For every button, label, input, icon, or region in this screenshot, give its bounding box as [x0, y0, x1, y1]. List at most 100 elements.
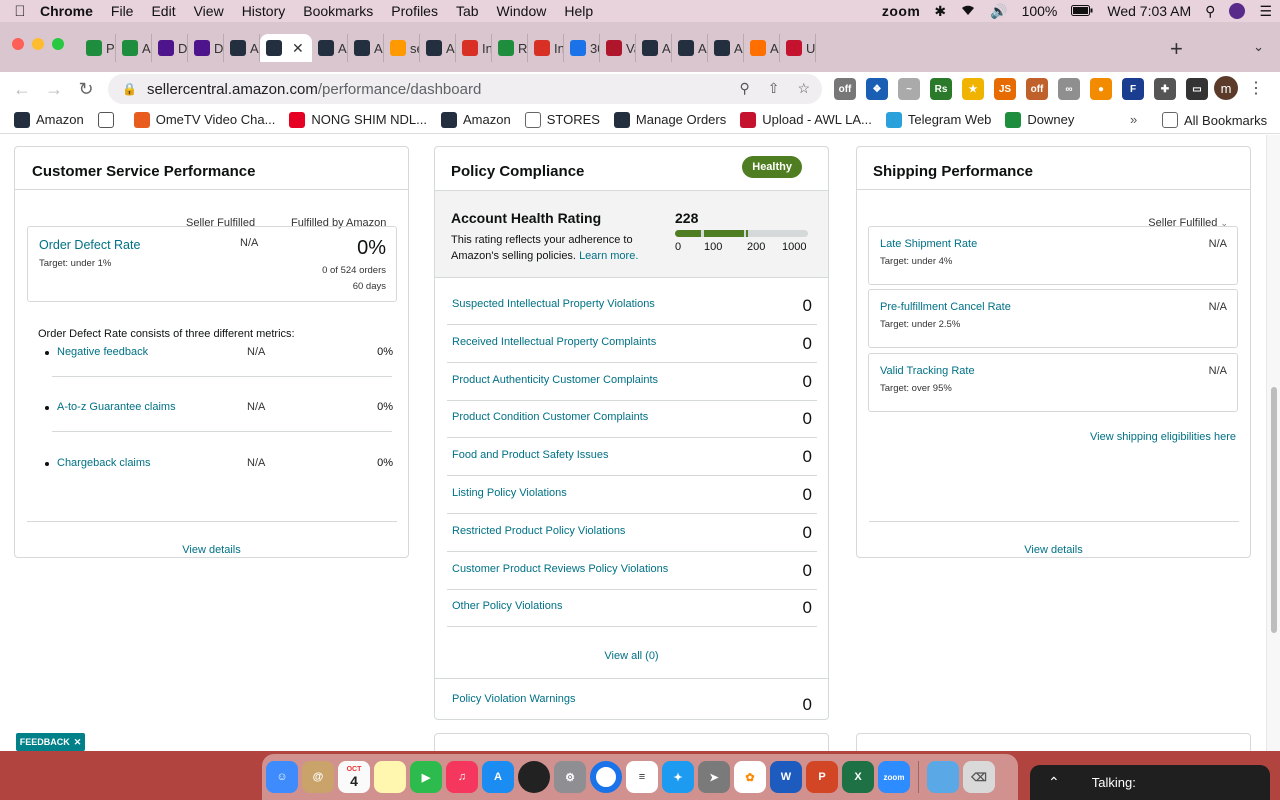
valid-tracking-rate-link[interactable]: Valid Tracking Rate: [880, 365, 975, 377]
share-icon[interactable]: ⇧: [768, 80, 780, 97]
tab-search-chevron-icon[interactable]: ⌄: [1253, 39, 1264, 55]
browser-tab[interactable]: An: [708, 34, 744, 62]
contacts-icon[interactable]: @: [302, 761, 334, 793]
volume-icon[interactable]: 🔊: [990, 3, 1007, 20]
browser-tab[interactable]: De: [152, 34, 188, 62]
bluetooth-icon[interactable]: ✱: [934, 3, 946, 20]
extension-f-icon[interactable]: F: [1122, 78, 1144, 100]
extension-off-icon[interactable]: off: [834, 78, 856, 100]
all-bookmarks-button[interactable]: All Bookmarks: [1162, 112, 1267, 128]
bookmark-item[interactable]: Downey: [1005, 111, 1074, 128]
bookmark-star-icon[interactable]: ☆: [797, 80, 810, 97]
trash-icon[interactable]: ⌫: [963, 761, 995, 793]
violation-link[interactable]: Suspected Intellectual Property Violatio…: [452, 298, 655, 310]
violation-link[interactable]: Product Authenticity Customer Complaints: [452, 374, 658, 386]
bookmark-item[interactable]: Telegram Web: [885, 111, 991, 128]
browser-tab[interactable]: An: [636, 34, 672, 62]
downloads-folder-icon[interactable]: [927, 761, 959, 793]
violation-link[interactable]: Customer Product Reviews Policy Violatio…: [452, 563, 668, 575]
policy-warnings-link[interactable]: Policy Violation Warnings: [452, 693, 576, 705]
browser-tab[interactable]: se: [384, 34, 420, 62]
extension-circle-icon[interactable]: ●: [1090, 78, 1112, 100]
siri-icon[interactable]: [1229, 3, 1246, 19]
finder-icon[interactable]: ☺: [266, 761, 298, 793]
browser-tab[interactable]: Inb: [528, 34, 564, 62]
side-panel-icon[interactable]: ▭: [1186, 78, 1208, 100]
bookmark-item[interactable]: OmeTV Video Cha...: [133, 111, 275, 128]
violation-link[interactable]: Other Policy Violations: [452, 600, 562, 612]
address-bar[interactable]: 🔒 sellercentral.amazon.com/performance/d…: [108, 74, 822, 104]
close-window-button[interactable]: [12, 38, 24, 50]
pre-fulfillment-cancel-rate-link[interactable]: Pre-fulfillment Cancel Rate: [880, 301, 1011, 313]
browser-tab[interactable]: 30: [564, 34, 600, 62]
extension-js-icon[interactable]: JS: [994, 78, 1016, 100]
app-store-icon[interactable]: A: [482, 761, 514, 793]
bookmark-item[interactable]: Manage Orders: [613, 111, 726, 128]
bookmark-item[interactable]: Amazon: [441, 111, 511, 128]
bookmark-item[interactable]: STORES: [524, 111, 600, 128]
feedback-button[interactable]: FEEDBACK ✕: [16, 733, 85, 751]
new-tab-button[interactable]: +: [1170, 36, 1183, 62]
spotlight-search-icon[interactable]: ⚲: [1205, 3, 1215, 20]
bookmark-item[interactable]: NONG SHIM NDL...: [289, 111, 427, 128]
chevron-up-icon[interactable]: ⌃: [1048, 774, 1060, 791]
browser-tab[interactable]: AN: [744, 34, 780, 62]
browser-tab[interactable]: Va: [600, 34, 636, 62]
facetime-icon[interactable]: ▶: [410, 761, 442, 793]
violation-link[interactable]: Food and Product Safety Issues: [452, 449, 609, 461]
launchpad-icon[interactable]: ➤: [698, 761, 730, 793]
menu-help[interactable]: Help: [564, 3, 593, 19]
browser-tab[interactable]: Au: [116, 34, 152, 62]
learn-more-link[interactable]: Learn more.: [579, 250, 638, 262]
extension-gray-icon[interactable]: ~: [898, 78, 920, 100]
zoom-magnifier-icon[interactable]: ⚲: [739, 80, 749, 97]
extension-puzzle-blue-icon[interactable]: ❖: [866, 78, 888, 100]
bookmark-item[interactable]: [97, 111, 120, 128]
scrollbar-thumb[interactable]: [1271, 387, 1277, 633]
bookmark-item[interactable]: Amazon: [14, 111, 84, 128]
system-preferences-icon[interactable]: ⚙: [554, 761, 586, 793]
word-icon[interactable]: W: [770, 761, 802, 793]
extension-off2-icon[interactable]: off: [1026, 78, 1048, 100]
order-defect-rate-link[interactable]: Order Defect Rate: [39, 238, 140, 252]
safari-icon[interactable]: ✦: [662, 761, 694, 793]
photos-icon[interactable]: ✿: [734, 761, 766, 793]
browser-tab[interactable]: An: [420, 34, 456, 62]
view-details-link[interactable]: View details: [15, 544, 408, 556]
close-tab-icon[interactable]: ✕: [292, 40, 304, 57]
bookmark-item[interactable]: Upload - AWL LA...: [740, 111, 872, 128]
late-shipment-rate-link[interactable]: Late Shipment Rate: [880, 238, 977, 250]
violation-link[interactable]: Received Intellectual Property Complaint…: [452, 336, 656, 348]
extension-link-icon[interactable]: ∞: [1058, 78, 1080, 100]
wifi-icon[interactable]: [960, 3, 976, 19]
browser-tab[interactable]: An: [672, 34, 708, 62]
reload-button[interactable]: ↻: [70, 79, 102, 100]
chrome-menu-icon[interactable]: ⋮: [1248, 78, 1264, 98]
control-center-icon[interactable]: ☰: [1259, 3, 1272, 20]
browser-tab[interactable]: An: [312, 34, 348, 62]
browser-tab[interactable]: De: [188, 34, 224, 62]
lock-icon[interactable]: 🔒: [122, 82, 137, 96]
menu-tab[interactable]: Tab: [456, 3, 479, 19]
chargeback-claims-link[interactable]: Chargeback claims: [57, 457, 151, 469]
browser-tab[interactable]: Inb: [456, 34, 492, 62]
browser-tab[interactable]: An: [224, 34, 260, 62]
zoom-status[interactable]: zoom: [882, 3, 921, 19]
view-shipping-eligibilities-link[interactable]: View shipping eligibilities here: [1090, 431, 1236, 443]
violation-link[interactable]: Listing Policy Violations: [452, 487, 567, 499]
menu-edit[interactable]: Edit: [151, 3, 175, 19]
view-details-link[interactable]: View details: [857, 544, 1250, 556]
menu-view[interactable]: View: [194, 3, 224, 19]
a-to-z-claims-link[interactable]: A-to-z Guarantee claims: [57, 401, 176, 413]
menu-app-name[interactable]: Chrome: [40, 3, 93, 19]
menu-window[interactable]: Window: [497, 3, 547, 19]
siri-dock-icon[interactable]: [518, 761, 550, 793]
profile-avatar[interactable]: m: [1214, 76, 1238, 100]
close-icon[interactable]: ✕: [74, 737, 82, 748]
menu-file[interactable]: File: [111, 3, 134, 19]
back-button[interactable]: ←: [6, 79, 38, 100]
extensions-puzzle-icon[interactable]: ✚: [1154, 78, 1176, 100]
page-scrollbar[interactable]: [1266, 135, 1280, 751]
browser-tab[interactable]: An: [348, 34, 384, 62]
excel-icon[interactable]: X: [842, 761, 874, 793]
